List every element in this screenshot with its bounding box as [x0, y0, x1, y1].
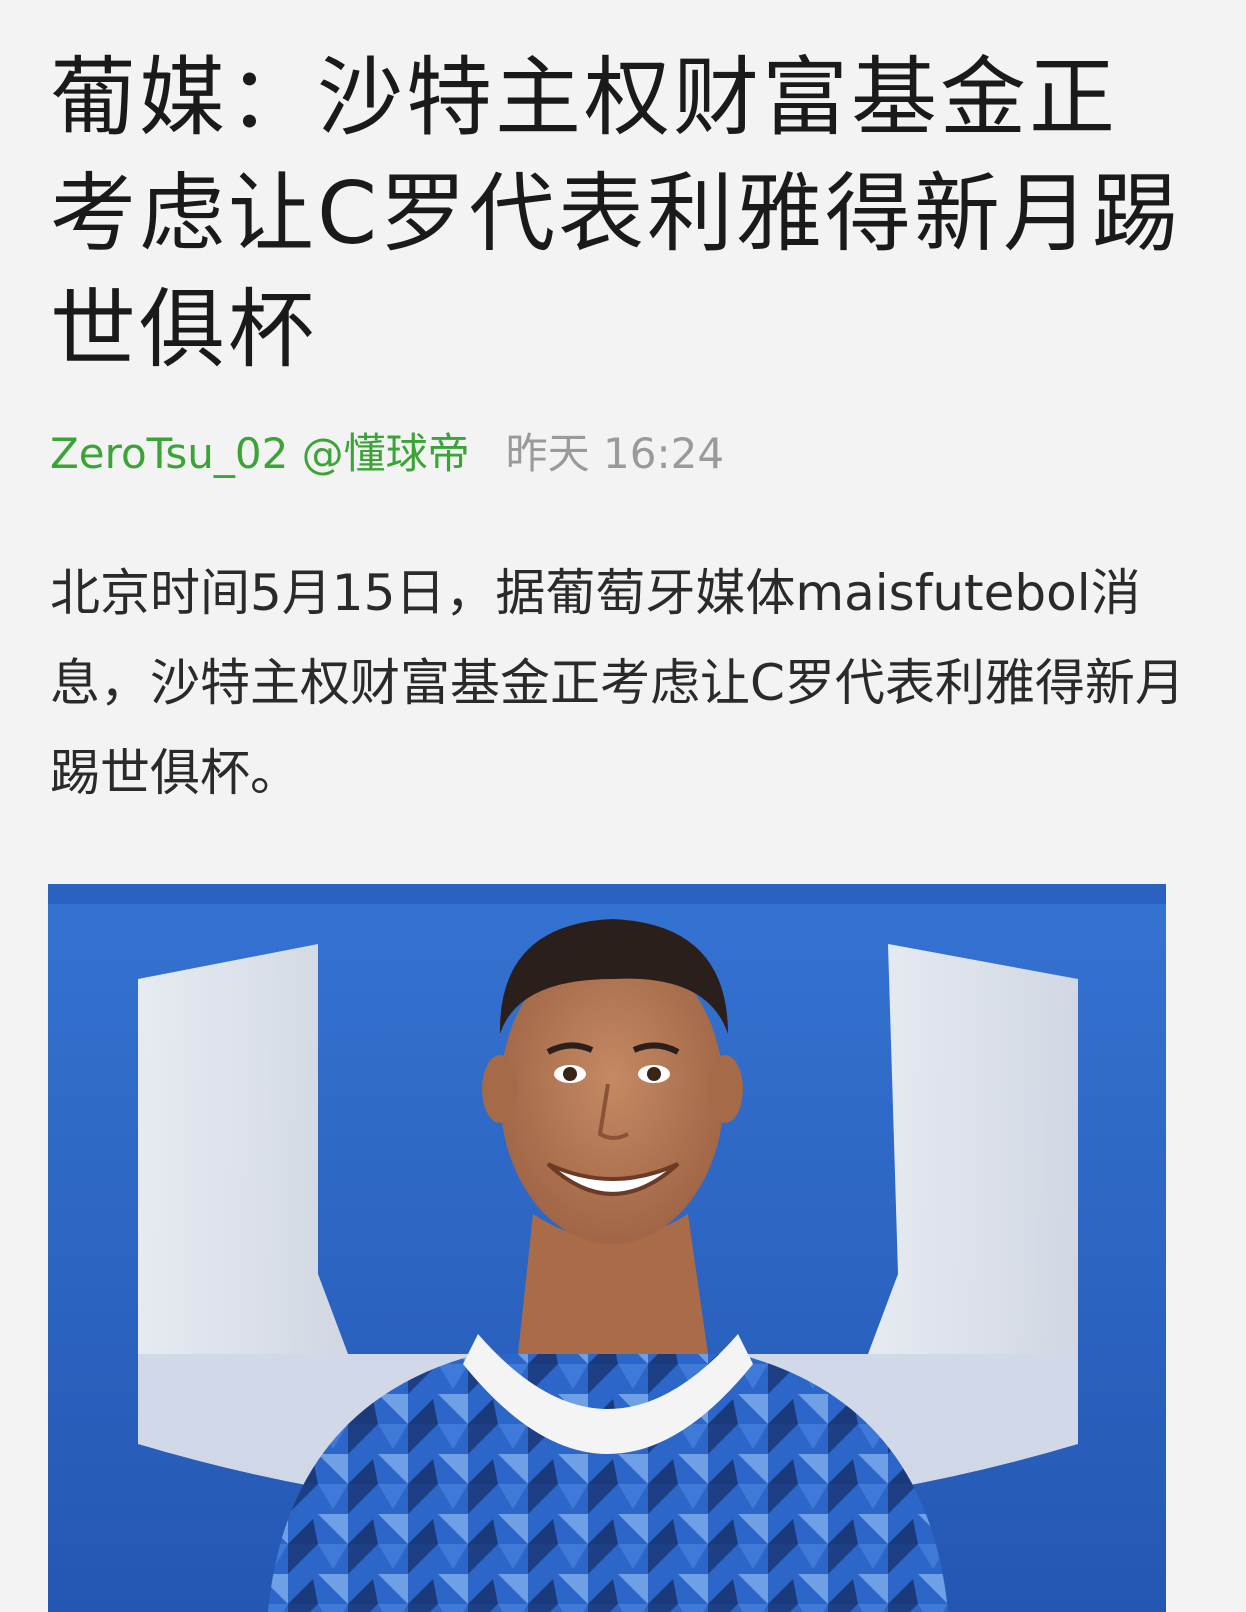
publish-time: 昨天 16:24	[505, 428, 725, 478]
article-photo[interactable]	[48, 884, 1166, 1612]
article-title: 葡媒：沙特主权财富基金正考虑让C罗代表利雅得新月踢世俱杯	[50, 48, 1182, 380]
article-page: 葡媒：沙特主权财富基金正考虑让C罗代表利雅得新月踢世俱杯 ZeroTsu_02 …	[0, 0, 1246, 1612]
article-body: 北京时间5月15日，据葡萄牙媒体maisfutebol消息，沙特主权财富基金正考…	[50, 564, 1185, 802]
author-link[interactable]: ZeroTsu_02 @懂球帝	[50, 420, 470, 481]
player-photo-illustration	[48, 884, 1166, 1612]
article-meta: ZeroTsu_02 @懂球帝 昨天 16:24	[50, 420, 724, 480]
